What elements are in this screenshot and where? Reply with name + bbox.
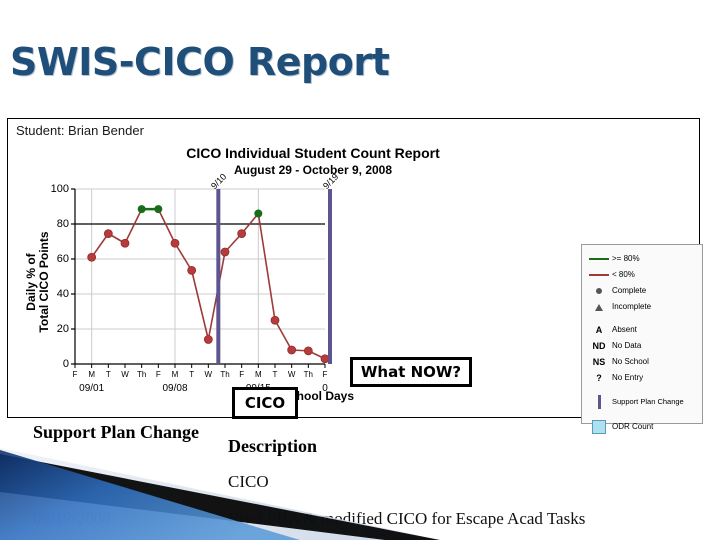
data-segment	[257, 213, 276, 321]
support-plan-change-table: Support Plan Change Description 09/10/20…	[33, 420, 703, 546]
legend-label: Absent	[612, 325, 637, 334]
legend-item-green-line: >= 80%	[586, 251, 698, 267]
y-tick-label: 20	[56, 323, 69, 335]
x-tick-day-label: T	[105, 370, 111, 379]
legend-spacer	[586, 386, 698, 393]
legend-item-red-line: < 80%	[586, 267, 698, 283]
legend-key: ?	[586, 373, 612, 383]
legend-key: A	[586, 325, 612, 335]
legend-label: < 80%	[612, 270, 635, 279]
data-segment	[157, 208, 176, 244]
legend-item-circle: Complete	[586, 283, 698, 299]
triangle-marker-icon	[595, 303, 603, 311]
cell-description: Brief FBA & modified CICO for Escape Aca…	[228, 509, 586, 528]
data-point	[87, 252, 97, 262]
column-header-support-plan-change: Support Plan Change	[33, 422, 200, 442]
y-tick-label: 0	[62, 358, 69, 370]
page-title: SWIS-CICO Report	[10, 40, 390, 84]
x-tick-day-label: W	[121, 370, 129, 379]
x-tick-day-label: M	[171, 370, 179, 379]
legend-item-letter-A: A Absent	[586, 322, 698, 338]
data-segment	[274, 319, 293, 351]
data-point	[287, 345, 297, 355]
x-axis-label: School Days	[281, 389, 355, 403]
x-tick-week-label: 09/01	[79, 383, 105, 394]
chart-legend: >= 80% < 80% Complete Incomplete A Absent ND No…	[581, 244, 703, 434]
y-tick-label: 40	[56, 288, 69, 300]
legend-label: No School	[612, 357, 649, 366]
circle-marker-icon	[596, 288, 602, 294]
legend-item-triangle: Incomplete	[586, 299, 698, 315]
callout-what-now: What NOW?	[350, 357, 472, 387]
data-point	[254, 209, 263, 218]
x-tick-day-label: Th	[136, 370, 147, 379]
legend-item-letter-ND: ND No Data	[586, 338, 698, 354]
cell-description: CICO	[228, 472, 269, 491]
column-header-description: Description	[228, 436, 317, 456]
table-row: 09/19/2008 Brief FBA & modified CICO for…	[33, 509, 703, 546]
support-plan-bar-icon	[597, 395, 601, 409]
legend-label: No Data	[612, 341, 642, 350]
data-point	[270, 315, 280, 325]
cell-date: 09/10/2008	[33, 472, 111, 491]
x-tick-day-label: F	[155, 370, 161, 379]
callout-cico: CICO	[232, 387, 298, 419]
data-point	[187, 265, 197, 275]
legend-spacer	[586, 411, 698, 418]
cell-date: 09/19/2008	[33, 509, 111, 528]
table-header-row: Support Plan Change Description	[33, 420, 703, 472]
red-line-icon	[589, 274, 609, 276]
x-tick-day-label: W	[287, 370, 296, 379]
data-point	[303, 346, 313, 356]
legend-key: NS	[586, 357, 612, 367]
legend-key	[586, 288, 612, 294]
data-segment	[174, 242, 193, 271]
legend-key	[586, 395, 612, 409]
data-point	[203, 335, 213, 344]
letter-icon-NS: NS	[592, 357, 606, 367]
legend-label: Incomplete	[612, 302, 652, 311]
x-tick-day-label: F	[72, 370, 78, 379]
data-segment	[124, 208, 143, 244]
letter-icon-q: ?	[596, 373, 602, 383]
legend-label: >= 80%	[612, 254, 640, 263]
legend-key	[586, 303, 612, 311]
report-card: Student: Brian Bender CICO Individual St…	[7, 118, 703, 434]
legend-item-purple-bar: Support Plan Change	[586, 393, 698, 411]
data-point	[154, 205, 163, 214]
data-point	[103, 229, 113, 239]
table-row: 09/10/2008 CICO	[33, 472, 703, 509]
legend-key: ND	[586, 341, 612, 351]
data-point	[237, 229, 247, 239]
x-tick-day-label: F	[239, 370, 245, 379]
x-tick-day-label: Th	[220, 370, 230, 379]
legend-label: Complete	[612, 286, 647, 295]
x-tick-day-label: M	[88, 370, 95, 379]
data-point	[220, 247, 230, 257]
legend-label: Support Plan Change	[612, 397, 684, 406]
green-line-icon	[589, 258, 609, 260]
x-tick-day-label: T	[272, 370, 278, 379]
legend-item-letter-Q: ? No Entry	[586, 370, 698, 386]
legend-key	[586, 274, 612, 276]
data-point	[120, 238, 130, 248]
letter-icon-A: A	[595, 325, 603, 335]
x-tick-day-label: W	[204, 370, 213, 379]
data-point	[320, 354, 330, 364]
data-point	[170, 238, 180, 248]
x-tick-day-label: T	[189, 370, 195, 379]
x-tick-day-label: M	[254, 370, 262, 379]
letter-icon-ND: ND	[592, 341, 606, 351]
x-tick-day-label: F	[322, 370, 328, 379]
y-tick-label: 80	[56, 218, 69, 230]
legend-key	[586, 258, 612, 260]
legend-spacer	[586, 315, 698, 322]
legend-label: No Entry	[612, 373, 644, 382]
y-tick-label: 60	[56, 253, 69, 265]
data-point	[137, 205, 146, 214]
x-tick-day-label: Th	[303, 370, 313, 379]
legend-item-letter-NS: NS No School	[586, 354, 698, 370]
y-tick-label: 100	[50, 183, 69, 195]
